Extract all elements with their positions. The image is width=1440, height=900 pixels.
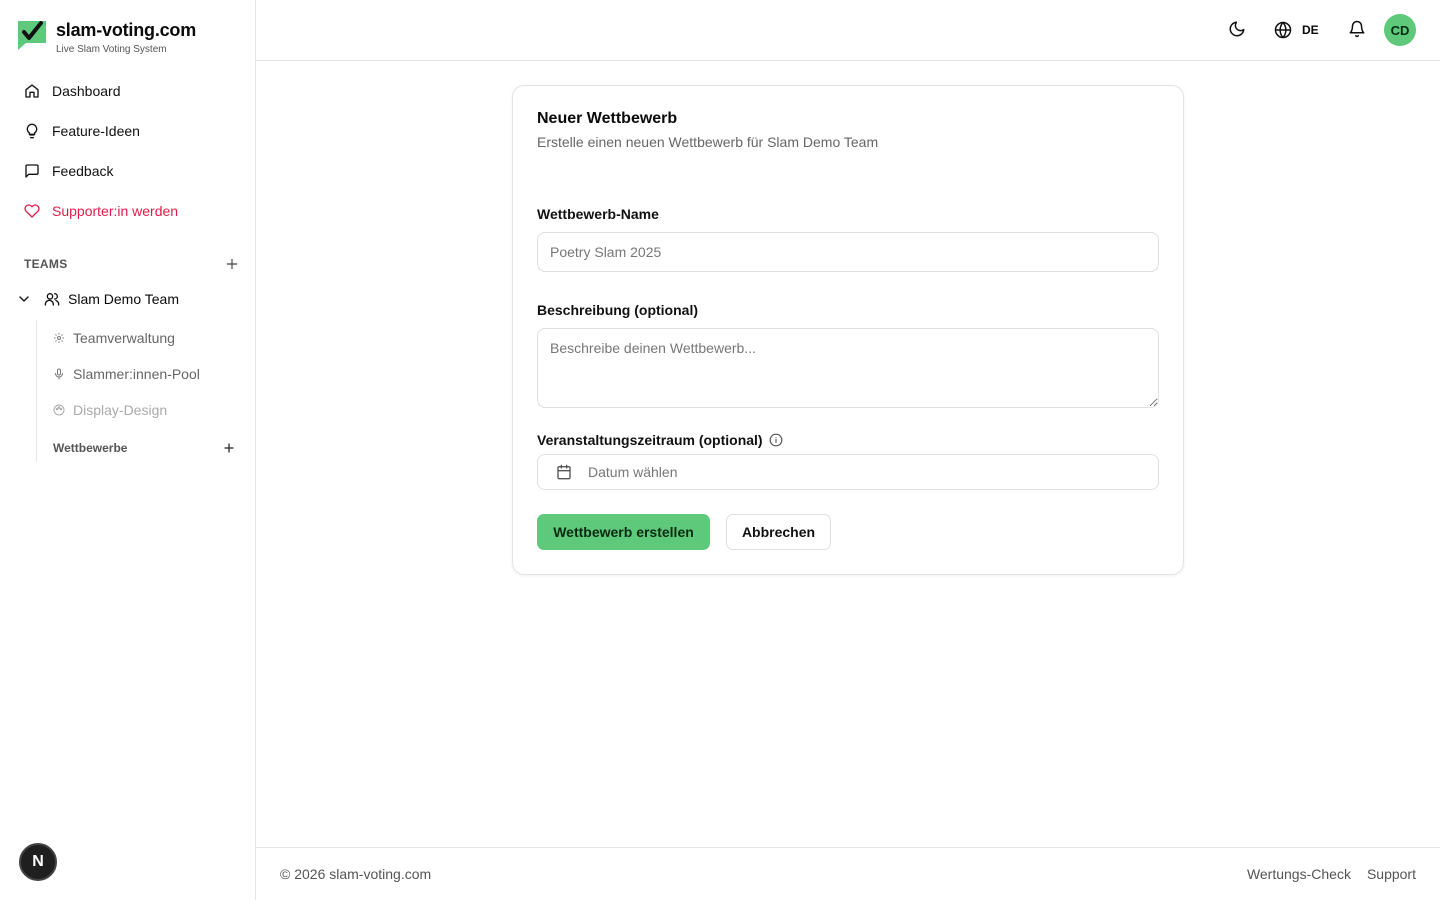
brand[interactable]: slam-voting.com Live Slam Voting System — [16, 18, 196, 55]
nav-item-label: Feature-Ideen — [52, 123, 140, 139]
moon-icon — [1229, 21, 1245, 37]
sub-item-label: Display-Design — [73, 402, 168, 418]
gear-icon — [54, 333, 64, 343]
microphone-icon — [55, 368, 63, 380]
sub-item-slammer-pool[interactable]: Slammer:innen-Pool — [37, 356, 240, 392]
sub-item-label: Teamverwaltung — [73, 330, 175, 346]
nav-item-label: Supporter:in werden — [52, 203, 179, 219]
nav-item-label: Feedback — [52, 163, 114, 179]
competitions-label: Wettbewerbe — [53, 441, 128, 455]
dev-tools-badge[interactable]: N — [19, 843, 57, 881]
sub-item-display-design[interactable]: Display-Design — [37, 392, 240, 428]
new-competition-card: Neuer Wettbewerb Erstelle einen neuen We… — [512, 85, 1184, 575]
footer-link-support[interactable]: Support — [1367, 866, 1416, 882]
create-competition-button[interactable]: Wettbewerb erstellen — [537, 514, 710, 550]
brand-subtitle: Live Slam Voting System — [56, 44, 167, 55]
calendar-icon — [557, 464, 571, 480]
nav-item-label: Dashboard — [52, 83, 121, 99]
message-square-icon — [25, 164, 39, 178]
brand-title: slam-voting.com — [56, 20, 197, 40]
add-competition-button[interactable] — [221, 440, 237, 456]
bell-icon — [1349, 20, 1365, 38]
competition-description-textarea[interactable] — [537, 328, 1159, 408]
checkmark-logo-icon — [16, 18, 48, 52]
date-placeholder: Datum wählen — [588, 464, 678, 480]
card-description: Erstelle einen neuen Wettbewerb für Slam… — [537, 134, 879, 150]
user-avatar[interactable]: CD — [1384, 14, 1416, 46]
date-label-row: Veranstaltungszeitraum (optional) — [537, 432, 783, 448]
date-label: Veranstaltungszeitraum (optional) — [537, 432, 763, 448]
footer-copyright: © 2026 slam-voting.com — [280, 866, 432, 882]
cancel-button[interactable]: Abbrechen — [726, 514, 831, 550]
card-title: Neuer Wettbewerb — [537, 110, 678, 127]
teams-header: TEAMS — [24, 256, 240, 272]
language-switcher[interactable]: DE — [1274, 18, 1319, 42]
info-icon[interactable] — [769, 433, 783, 447]
nav-item-feature-ideen[interactable]: Feature-Ideen — [16, 114, 240, 148]
nav-item-feedback[interactable]: Feedback — [16, 154, 240, 188]
globe-icon — [1274, 21, 1292, 39]
name-label: Wettbewerb-Name — [537, 206, 659, 222]
palette-icon — [53, 404, 65, 416]
users-icon — [44, 293, 60, 306]
home-icon — [25, 84, 39, 98]
team-name: Slam Demo Team — [68, 291, 180, 307]
description-label: Beschreibung (optional) — [537, 302, 698, 318]
teams-label: TEAMS — [24, 257, 68, 271]
footer-link-wertungs-check[interactable]: Wertungs-Check — [1247, 866, 1351, 882]
footer-links: Wertungs-Check Support — [1247, 866, 1416, 882]
competitions-header: Wettbewerbe — [53, 440, 237, 456]
theme-toggle-button[interactable] — [1228, 20, 1248, 40]
topbar: DE CD — [256, 0, 1440, 61]
lightbulb-icon — [26, 123, 38, 139]
footer: © 2026 slam-voting.com Wertungs-Check Su… — [256, 847, 1440, 900]
chevron-down-icon — [19, 296, 29, 302]
heart-icon — [24, 204, 40, 218]
nav-item-supporter[interactable]: Supporter:in werden — [16, 194, 240, 228]
sidebar: slam-voting.com Live Slam Voting System … — [0, 0, 256, 900]
competition-name-input[interactable] — [537, 232, 1159, 272]
date-range-picker[interactable]: Datum wählen — [537, 454, 1159, 490]
plus-icon — [226, 258, 238, 270]
language-code: DE — [1302, 23, 1319, 37]
plus-icon — [224, 443, 234, 453]
sub-item-teamverwaltung[interactable]: Teamverwaltung — [37, 320, 240, 356]
main-nav: Dashboard Feature-Ideen Feedback Support… — [16, 74, 240, 234]
nav-item-dashboard[interactable]: Dashboard — [16, 74, 240, 108]
team-subtree: Teamverwaltung Slammer:innen-Pool Displa… — [36, 320, 240, 462]
notifications-button[interactable] — [1348, 20, 1368, 40]
add-team-button[interactable] — [224, 256, 240, 272]
sub-item-label: Slammer:innen-Pool — [73, 366, 200, 382]
team-item-slam-demo-team[interactable]: Slam Demo Team — [16, 286, 240, 312]
